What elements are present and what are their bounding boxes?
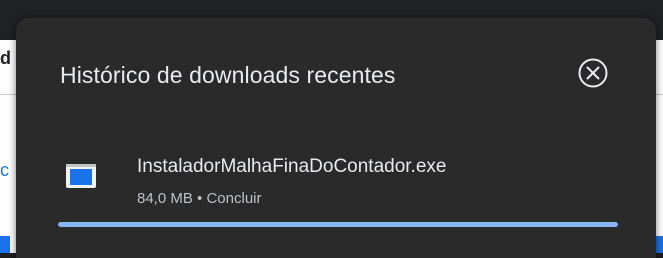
downloads-bubble: Histórico de downloads recentes Instalad…: [16, 18, 656, 258]
download-status: 84,0 MB • Concluir: [137, 190, 262, 207]
page-edge-text: d: [0, 48, 11, 68]
page-edge-accent: [0, 236, 10, 253]
close-icon[interactable]: [576, 56, 610, 90]
status-separator: •: [192, 190, 207, 207]
page-edge-text-link: c: [0, 160, 9, 180]
download-progress-bar: [58, 222, 618, 227]
download-status-text: Concluir: [206, 190, 262, 207]
download-file-name[interactable]: InstaladorMalhaFinaDoContador.exe: [137, 156, 446, 178]
download-item[interactable]: InstaladorMalhaFinaDoContador.exe 84,0 M…: [44, 138, 644, 216]
downloads-title: Histórico de downloads recentes: [60, 62, 396, 88]
application-file-icon: [66, 164, 96, 188]
download-size: 84,0 MB: [137, 190, 193, 207]
download-progress-fill: [58, 222, 618, 227]
